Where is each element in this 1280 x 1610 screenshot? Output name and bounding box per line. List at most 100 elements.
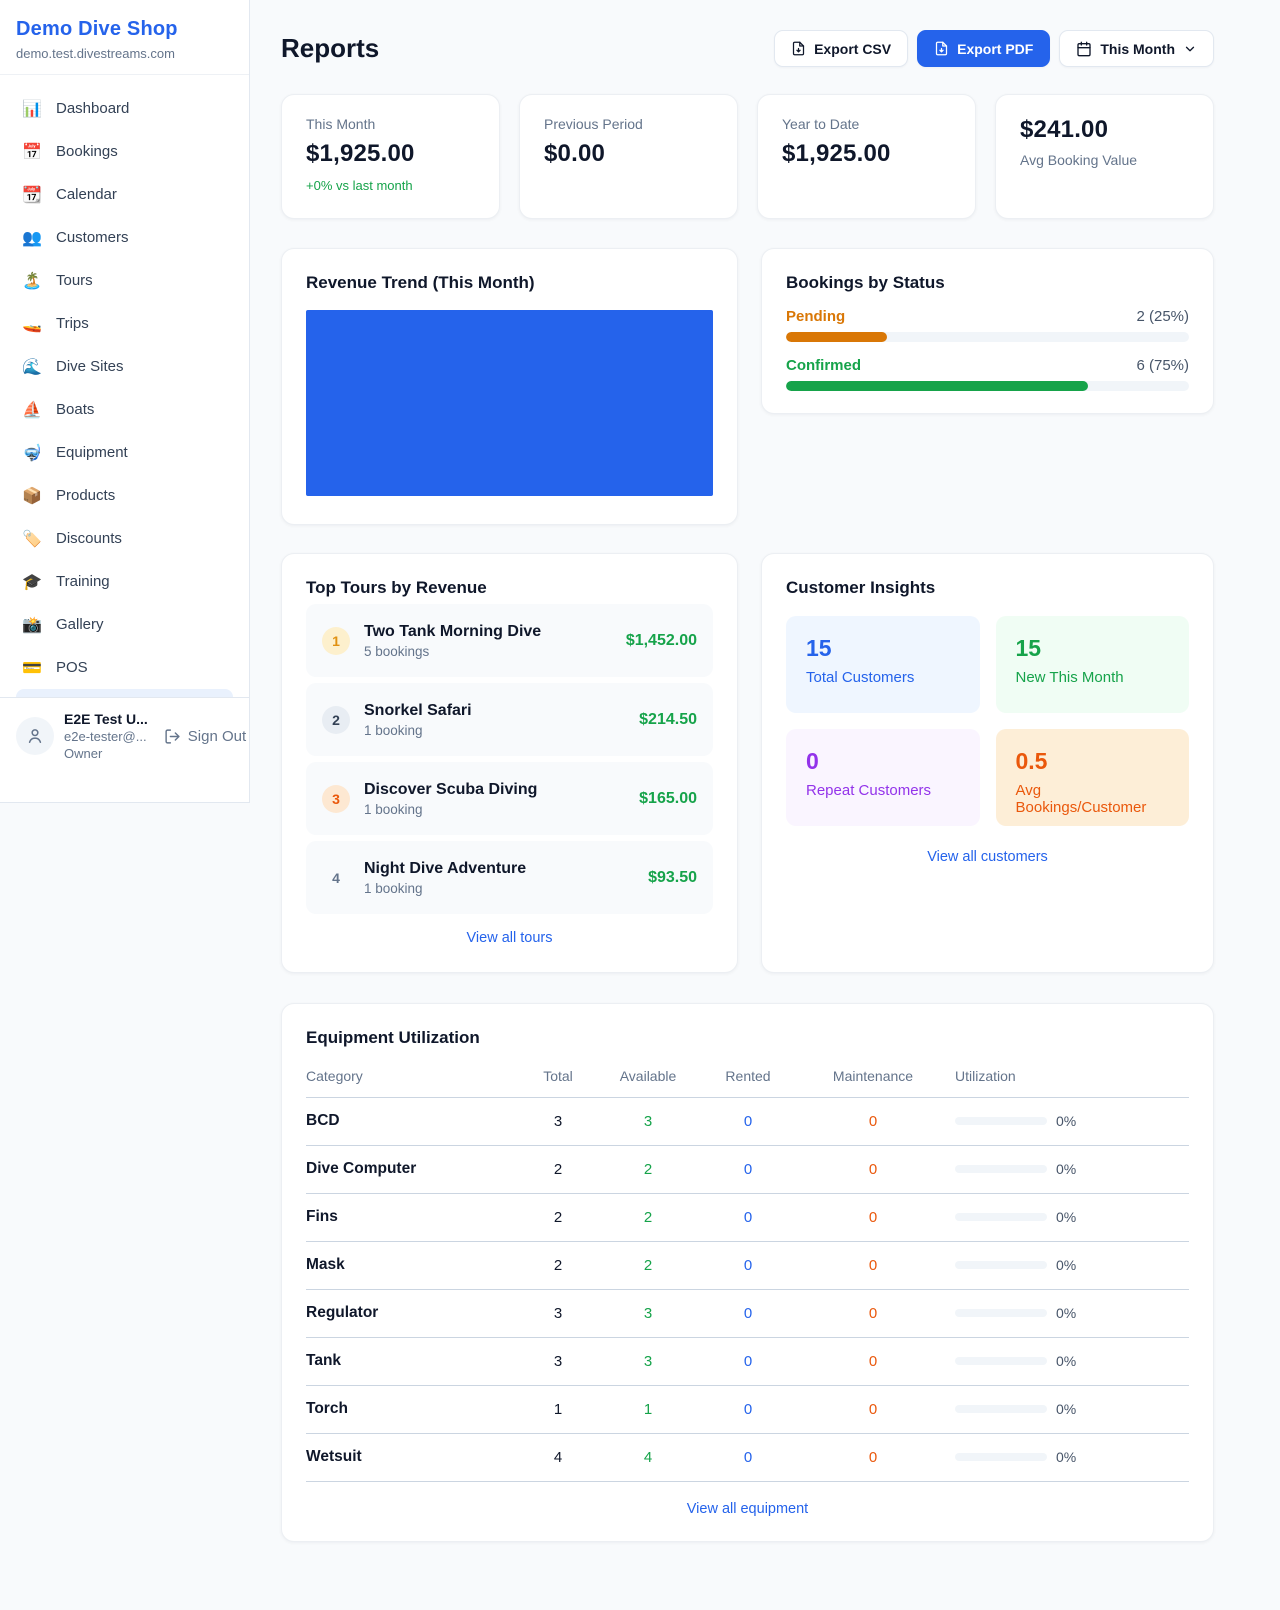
equipment-rented: 0 (721, 1305, 775, 1322)
equipment-total: 3 (538, 1353, 578, 1370)
equipment-category: Dive Computer (306, 1160, 416, 1177)
tour-revenue: $93.50 (648, 869, 697, 887)
export-csv-label: Export CSV (814, 41, 891, 57)
sidebar-item-reports-active-clipped[interactable] (16, 689, 233, 697)
stat-card-this-month: This Month $1,925.00 +0% vs last month (281, 94, 500, 219)
tile-total-customers: 15 Total Customers (786, 616, 980, 713)
equipment-rented: 0 (721, 1353, 775, 1370)
sidebar-item-customers[interactable]: 👥 Customers (8, 216, 241, 259)
status-progress-fill (786, 381, 1088, 391)
bar-chart-icon: 📊 (22, 99, 42, 119)
utilization-percent: 0% (1056, 1113, 1076, 1129)
sign-out-button[interactable]: Sign Out (164, 728, 246, 745)
sidebar-item-label: Customers (56, 229, 129, 246)
tour-name: Night Dive Adventure (364, 860, 634, 878)
sidebar-item-trips[interactable]: 🚤 Trips (8, 302, 241, 345)
stat-value: $1,925.00 (782, 140, 951, 168)
stat-label: Previous Period (544, 116, 713, 132)
tile-avg-bookings-customer: 0.5 Avg Bookings/Customer (996, 729, 1190, 826)
period-select-button[interactable]: This Month (1059, 30, 1214, 67)
sidebar-nav: 📊 Dashboard 📅 Bookings 📆 Calendar 👥 Cust… (0, 75, 249, 697)
status-progress-track (786, 332, 1189, 342)
equipment-rented: 0 (721, 1161, 775, 1178)
sidebar-item-label: Trips (56, 315, 89, 332)
sidebar-item-label: Calendar (56, 186, 117, 203)
rank-badge: 2 (322, 706, 350, 734)
equipment-maintenance: 0 (829, 1401, 917, 1418)
tile-label: Avg Bookings/Customer (1016, 782, 1170, 816)
table-row: Wetsuit 4 4 0 0 0% (306, 1434, 1189, 1482)
sidebar-item-tours[interactable]: 🏝️ Tours (8, 259, 241, 302)
brand: Demo Dive Shop demo.test.divestreams.com (0, 0, 249, 75)
utilization-bar (955, 1165, 1047, 1173)
tile-label: New This Month (1016, 669, 1170, 686)
sidebar-item-products[interactable]: 📦 Products (8, 474, 241, 517)
tile-new-this-month: 15 New This Month (996, 616, 1190, 713)
export-pdf-label: Export PDF (957, 41, 1033, 57)
speedboat-icon: 🚤 (22, 314, 42, 334)
stat-label: Year to Date (782, 116, 951, 132)
sidebar-item-boats[interactable]: ⛵ Boats (8, 388, 241, 431)
table-row: Tank 3 3 0 0 0% (306, 1338, 1189, 1386)
sidebar-item-gallery[interactable]: 📸 Gallery (8, 603, 241, 646)
sidebar-item-calendar[interactable]: 📆 Calendar (8, 173, 241, 216)
equipment-maintenance: 0 (829, 1257, 917, 1274)
view-all-tours-link[interactable]: View all tours (306, 930, 713, 946)
table-row: BCD 3 3 0 0 0% (306, 1098, 1189, 1146)
stats-row: This Month $1,925.00 +0% vs last month P… (281, 94, 1214, 219)
table-row: Dive Computer 2 2 0 0 0% (306, 1146, 1189, 1194)
equipment-category: BCD (306, 1112, 340, 1129)
utilization-bar (955, 1357, 1047, 1365)
rank-badge: 1 (322, 627, 350, 655)
equipment-category: Tank (306, 1352, 341, 1369)
tour-name: Discover Scuba Diving (364, 781, 625, 799)
view-all-customers-link[interactable]: View all customers (786, 849, 1189, 865)
export-csv-button[interactable]: Export CSV (774, 30, 908, 67)
stat-card-avg-booking-value: $241.00 Avg Booking Value (995, 94, 1214, 219)
equipment-category: Wetsuit (306, 1448, 362, 1465)
table-row: Torch 1 1 0 0 0% (306, 1386, 1189, 1434)
sidebar-item-label: Dashboard (56, 100, 129, 117)
tour-revenue: $165.00 (639, 790, 697, 808)
sidebar-item-bookings[interactable]: 📅 Bookings (8, 130, 241, 173)
user-area: E2E Test U... e2e-tester@... Owner Sign … (0, 697, 249, 774)
sailboat-icon: ⛵ (22, 400, 42, 420)
equipment-table: Category Total Available Rented Maintena… (306, 1068, 1189, 1482)
customer-insights-card: Customer Insights 15 Total Customers 15 … (761, 553, 1214, 973)
table-row: Regulator 3 3 0 0 0% (306, 1290, 1189, 1338)
table-row: Mask 2 2 0 0 0% (306, 1242, 1189, 1290)
stat-value: $1,925.00 (306, 140, 475, 168)
people-icon: 👥 (22, 228, 42, 248)
status-count: 6 (75%) (1136, 357, 1189, 374)
utilization-bar (955, 1309, 1047, 1317)
export-pdf-button[interactable]: Export PDF (917, 30, 1050, 67)
revenue-trend-title: Revenue Trend (This Month) (306, 273, 713, 293)
view-all-equipment-link[interactable]: View all equipment (306, 1501, 1189, 1517)
equipment-total: 2 (538, 1209, 578, 1226)
equipment-rented: 0 (721, 1113, 775, 1130)
tour-row: 2 Snorkel Safari 1 booking $214.50 (306, 683, 713, 756)
sidebar-item-dive-sites[interactable]: 🌊 Dive Sites (8, 345, 241, 388)
col-header-utilization: Utilization (955, 1068, 1189, 1098)
equipment-category: Mask (306, 1256, 345, 1273)
equipment-total: 3 (538, 1113, 578, 1130)
sidebar-item-dashboard[interactable]: 📊 Dashboard (8, 87, 241, 130)
sidebar-item-training[interactable]: 🎓 Training (8, 560, 241, 603)
sidebar-item-discounts[interactable]: 🏷️ Discounts (8, 517, 241, 560)
sidebar-item-label: Boats (56, 401, 94, 418)
utilization-bar (955, 1117, 1047, 1125)
equipment-table-header: Category Total Available Rented Maintena… (306, 1068, 1189, 1098)
equipment-total: 2 (538, 1161, 578, 1178)
graduation-cap-icon: 🎓 (22, 572, 42, 592)
equipment-maintenance: 0 (829, 1209, 917, 1226)
tile-value: 0.5 (1016, 748, 1170, 775)
sidebar-item-pos[interactable]: 💳 POS (8, 646, 241, 689)
sidebar-item-equipment[interactable]: 🤿 Equipment (8, 431, 241, 474)
equipment-available: 1 (614, 1401, 682, 1418)
equipment-total: 4 (538, 1449, 578, 1466)
tile-value: 15 (1016, 635, 1170, 662)
status-row-pending: Pending 2 (25%) (786, 308, 1189, 342)
sidebar-item-label: Discounts (56, 530, 122, 547)
tile-label: Repeat Customers (806, 782, 960, 799)
file-download-icon (791, 41, 806, 56)
